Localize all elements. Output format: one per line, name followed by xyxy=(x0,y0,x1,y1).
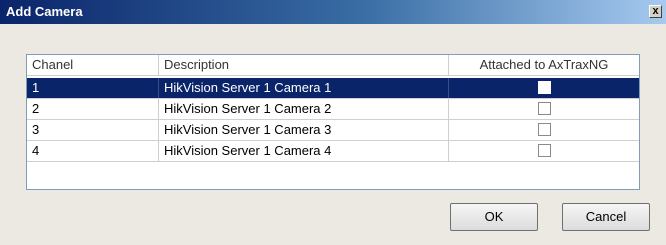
ok-button[interactable]: OK xyxy=(450,203,538,231)
title-bar[interactable]: Add Camera x xyxy=(0,0,666,24)
channel-cell: 2 xyxy=(27,99,159,119)
description-cell: HikVision Server 1 Camera 2 xyxy=(159,99,449,119)
channel-cell: 3 xyxy=(27,120,159,140)
attached-cell xyxy=(449,120,639,140)
description-cell: HikVision Server 1 Camera 1 xyxy=(159,78,449,98)
table-row[interactable]: 4 HikVision Server 1 Camera 4 xyxy=(27,141,639,162)
cancel-button[interactable]: Cancel xyxy=(562,203,650,231)
camera-grid: Chanel Description Attached to AxTraxNG … xyxy=(26,54,640,190)
attached-checkbox[interactable] xyxy=(537,81,551,94)
attached-cell xyxy=(449,99,639,119)
attached-checkbox[interactable] xyxy=(537,123,551,136)
description-cell: HikVision Server 1 Camera 4 xyxy=(159,141,449,161)
channel-cell: 1 xyxy=(27,78,159,98)
table-header: Chanel Description Attached to AxTraxNG xyxy=(27,55,639,76)
table-row[interactable]: 1 HikVision Server 1 Camera 1 xyxy=(27,78,639,99)
add-camera-dialog: Add Camera x Chanel Description Attached… xyxy=(0,0,666,245)
attached-checkbox[interactable] xyxy=(537,102,551,115)
column-header-channel[interactable]: Chanel xyxy=(27,55,159,75)
channel-cell: 4 xyxy=(27,141,159,161)
table-row[interactable]: 3 HikVision Server 1 Camera 3 xyxy=(27,120,639,141)
attached-cell xyxy=(449,141,639,161)
column-header-attached[interactable]: Attached to AxTraxNG xyxy=(449,55,639,75)
table-row[interactable]: 2 HikVision Server 1 Camera 2 xyxy=(27,99,639,120)
column-header-description[interactable]: Description xyxy=(159,55,449,75)
attached-checkbox[interactable] xyxy=(537,144,551,157)
close-icon[interactable]: x xyxy=(649,5,662,18)
description-cell: HikVision Server 1 Camera 3 xyxy=(159,120,449,140)
attached-cell xyxy=(449,78,639,98)
dialog-title: Add Camera xyxy=(6,4,83,19)
